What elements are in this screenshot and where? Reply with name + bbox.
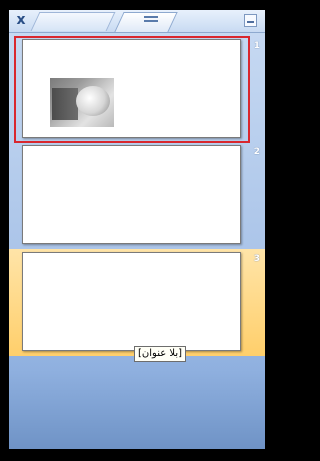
pane-tab-strip: x [9, 10, 265, 33]
slide-number-3: 3 [253, 254, 260, 264]
slide-thumbnail-3[interactable] [22, 252, 241, 351]
slide-picture [50, 78, 114, 127]
slides-pane: x 1 2 3 [بلا عنوان] [9, 10, 265, 449]
slide-row-3: 3 [9, 249, 265, 356]
slide-row-2: 2 [9, 144, 265, 248]
tab-outline[interactable] [30, 12, 116, 31]
window-frame: x 1 2 3 [بلا عنوان] [0, 0, 272, 461]
close-icon: x [16, 12, 26, 28]
close-pane-button[interactable]: x [13, 12, 29, 28]
slide-row-1: 1 [9, 38, 265, 142]
minimize-pane-button[interactable] [244, 14, 257, 27]
slide-number-1: 1 [253, 41, 260, 51]
slide-thumbnail-2[interactable] [22, 145, 241, 244]
slides-tab-icon[interactable] [144, 16, 158, 26]
slide-number-2: 2 [253, 147, 260, 157]
slide-title-tooltip: [بلا عنوان] [134, 346, 187, 362]
slide-thumbnail-1[interactable] [22, 39, 241, 138]
